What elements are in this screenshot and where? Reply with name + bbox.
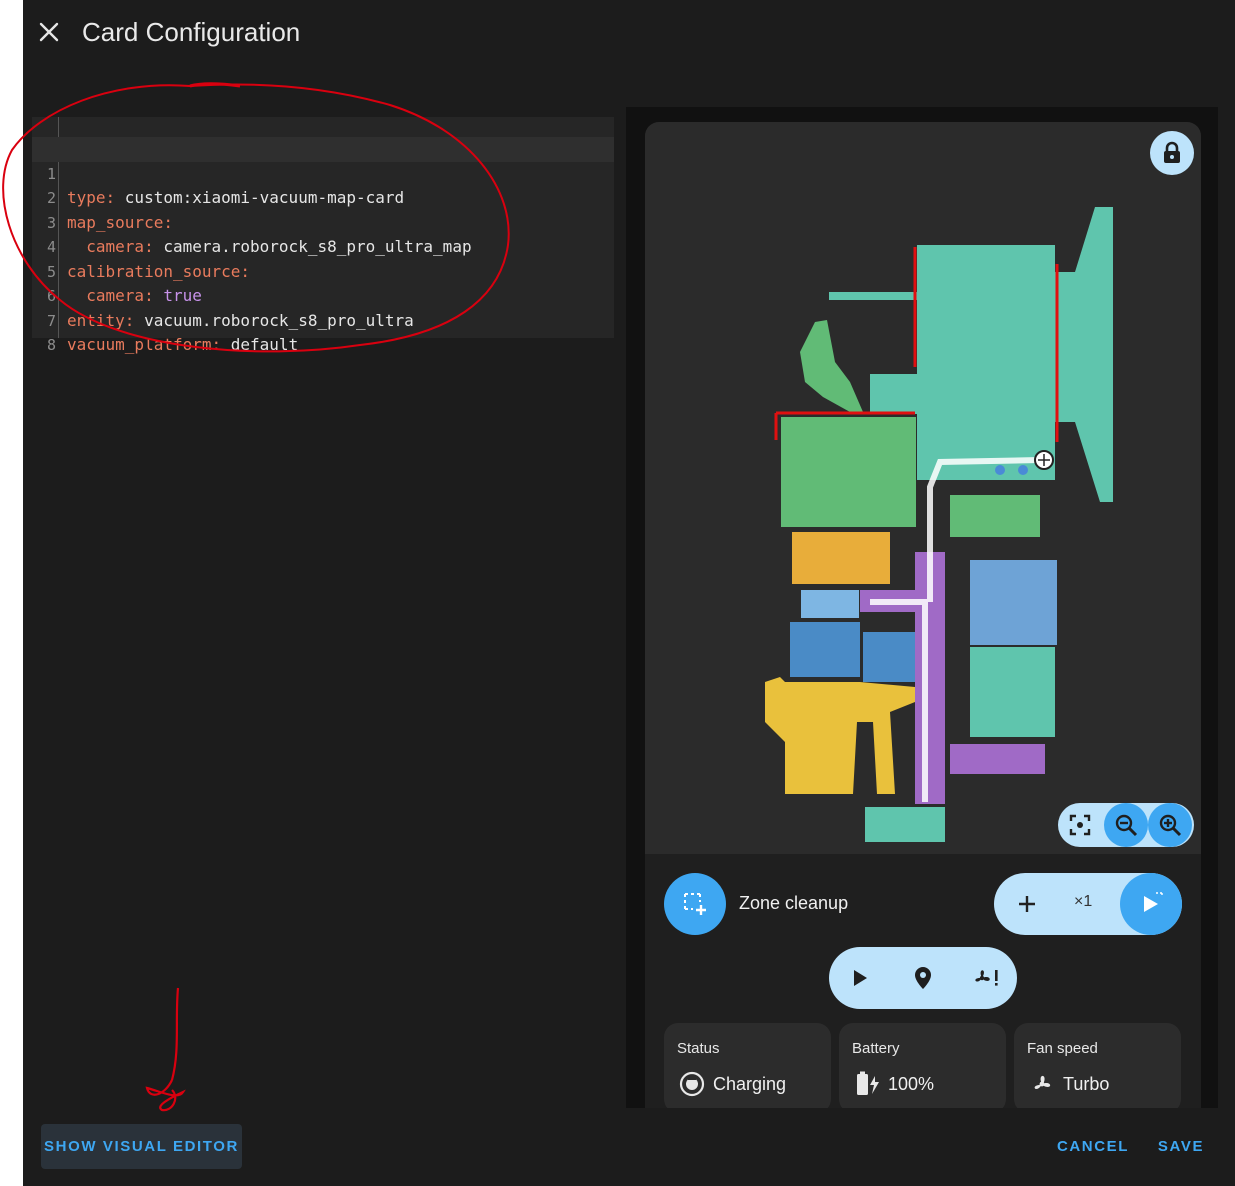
map-marker-icon: [915, 967, 931, 989]
add-zone-button[interactable]: [1006, 883, 1048, 925]
fan-alert-icon: [975, 970, 998, 986]
zone-actions-pill: ×1: [994, 873, 1182, 935]
zone-cleanup-mode-button[interactable]: [664, 873, 726, 935]
floor-plan-map: [765, 207, 1113, 842]
cancel-button[interactable]: CANCEL: [1053, 1124, 1133, 1169]
card-preview-panel: Zone cleanup ×1 Status Charging Battery …: [626, 107, 1218, 1108]
dialog-header: Card Configuration: [23, 0, 1235, 66]
vacuum-map-card: Zone cleanup ×1 Status Charging Battery …: [645, 122, 1201, 1108]
tile-value: Turbo: [1063, 1074, 1110, 1094]
close-button[interactable]: [31, 14, 67, 50]
code-line[interactable]: 7 vacuum_platform: default: [32, 284, 614, 355]
repeat-count-button[interactable]: ×1: [1074, 893, 1092, 911]
map-zoom-controls: [1058, 803, 1194, 847]
reset-zoom-button[interactable]: [1058, 803, 1102, 847]
card-configuration-dialog: Card Configuration 1 type: custom:xiaomi…: [23, 0, 1235, 1186]
save-button[interactable]: SAVE: [1153, 1124, 1209, 1169]
tile-title: Fan speed: [1027, 1040, 1098, 1057]
tile-title: Battery: [852, 1040, 900, 1057]
line-number: 8: [46, 336, 56, 354]
code-line[interactable]: 8: [32, 309, 614, 354]
lock-icon: [1164, 141, 1180, 163]
show-visual-editor-button[interactable]: SHOW VISUAL EDITOR: [41, 1124, 242, 1169]
plus-icon: [1019, 896, 1035, 912]
zoom-out-icon: [1115, 814, 1138, 837]
close-icon: [39, 22, 59, 42]
fan-speed-button[interactable]: [965, 957, 1007, 999]
vacuum-controls-pill: [829, 947, 1017, 1009]
map-lock-button[interactable]: [1150, 131, 1194, 175]
code-line[interactable]: 2 map_source:: [32, 162, 614, 232]
yaml-value: default: [230, 335, 299, 354]
mode-label: Zone cleanup: [739, 893, 849, 913]
fan-icon: [1028, 1070, 1056, 1098]
play-icon: [854, 970, 867, 986]
play-icon: [1144, 892, 1163, 912]
battery-charging-icon: [853, 1070, 881, 1098]
status-tile[interactable]: Status Charging: [664, 1023, 831, 1108]
code-line[interactable]: 4 calibration_source:: [32, 211, 614, 281]
battery-tile[interactable]: Battery 100%: [839, 1023, 1006, 1108]
start-zone-cleanup-button[interactable]: [1120, 873, 1182, 935]
zoom-in-icon: [1159, 814, 1182, 837]
code-line[interactable]: 3 camera: camera.roborock_s8_pro_ultra_m…: [32, 186, 614, 257]
robot-vacuum-icon: [678, 1070, 706, 1098]
code-line[interactable]: 1 type: custom:xiaomi-vacuum-map-card: [32, 137, 614, 207]
code-line[interactable]: 6 entity: vacuum.roborock_s8_pro_ultra: [32, 260, 614, 330]
start-button[interactable]: [839, 957, 881, 999]
tile-value: Charging: [713, 1074, 787, 1094]
zoom-in-button[interactable]: [1148, 803, 1192, 847]
zoom-out-button[interactable]: [1104, 803, 1148, 847]
vacuum-map[interactable]: [645, 122, 1201, 854]
dialog-title: Card Configuration: [82, 17, 301, 47]
tile-value: 100%: [888, 1074, 935, 1094]
fit-screen-icon: [1069, 814, 1091, 836]
locate-button[interactable]: [902, 957, 944, 999]
tile-title: Status: [677, 1040, 720, 1057]
fan-speed-tile[interactable]: Fan speed Turbo: [1014, 1023, 1181, 1108]
yaml-code-editor[interactable]: 1 type: custom:xiaomi-vacuum-map-card 2 …: [32, 117, 614, 355]
code-line[interactable]: 5 camera: true: [32, 235, 614, 306]
select-zone-icon: [684, 893, 706, 915]
